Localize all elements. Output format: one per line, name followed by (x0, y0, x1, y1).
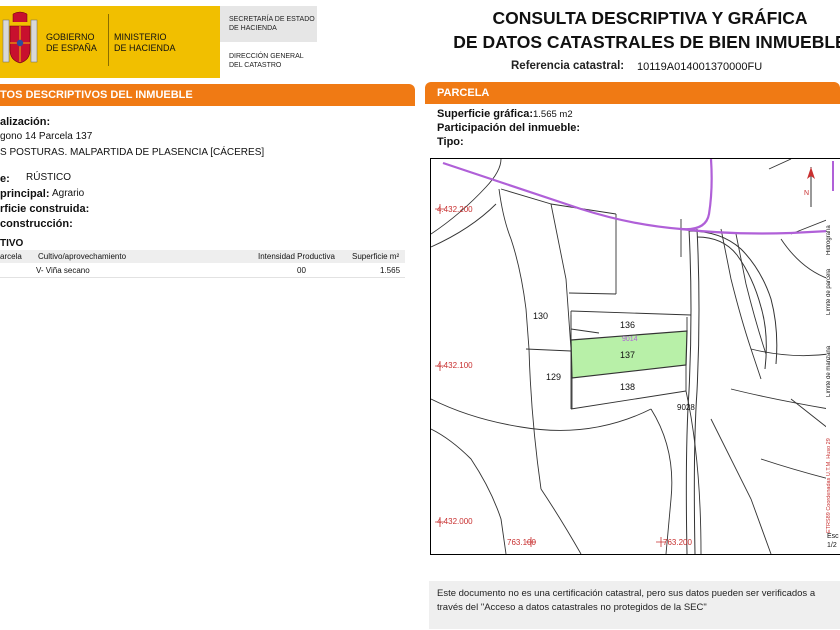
coord-y-4432200: 4.432.200 (437, 205, 473, 214)
superficie-construida-label: rficie construida: (0, 203, 90, 215)
parcel-label-9014: 9014 (622, 336, 638, 343)
logo-text-ministerio: MINISTERIO DE HACIENDA (114, 32, 176, 53)
parcel-label-129: 129 (546, 372, 562, 382)
svg-text:N: N (804, 190, 809, 197)
clase-label: e: (0, 173, 10, 185)
parcel-label-137: 137 (620, 350, 636, 360)
cultivo-col-subparcela: arcela (0, 252, 22, 261)
parcel-label-138: 138 (620, 382, 636, 392)
parcel-label-130: 130 (533, 311, 549, 321)
cultivo-col-superficie: Superficie m² (352, 252, 400, 261)
uso-label: principal: (0, 188, 50, 200)
reference-label: Referencia catastral: (511, 60, 625, 72)
cultivo-table-header: arcela Cultivo/aprovechamiento Intensida… (0, 250, 405, 263)
hydrography-line (442, 159, 713, 231)
legend-limite-manzana: Límite de manzana (826, 345, 832, 397)
logo-text-gobierno: GOBIERNO DE ESPAÑA (46, 32, 97, 53)
table-divider (0, 277, 405, 278)
localizacion-label: alización: (0, 116, 51, 128)
parcel-label-9028: 9028 (677, 403, 695, 412)
legend-hydro-swatch (832, 161, 834, 191)
legend-coord-note: ETRS89 Coordenadas U.T.M. Huso 29 (826, 438, 832, 533)
table-row: V- Viña secano 00 1.565 (0, 264, 405, 277)
legend-limite-parcela: Límite de parcela (826, 268, 832, 315)
coat-of-arms-icon (2, 11, 38, 64)
cadastral-map[interactable]: 4.432.200 4.432.100 4.432.000 763.100 76… (430, 158, 830, 555)
secretaria-block: SECRETARÍA DE ESTADO DE HACIENDA (220, 6, 317, 42)
direccion-general-text: DIRECCIÓN GENERAL DEL CATASTRO (229, 53, 304, 69)
superficie-grafica-value: 1.565 m2 (533, 109, 573, 120)
uso-value: Agrario (52, 188, 85, 199)
scale-value: 1/2 (827, 542, 837, 549)
cultivo-cell-superficie: 1.565 (380, 266, 401, 275)
cultivo-cell-intensidad: 00 (297, 266, 306, 275)
reference-value: 10119A014001370000FU (637, 61, 763, 73)
cultivo-col-cultivo: Cultivo/aprovechamiento (38, 252, 127, 261)
north-arrow-icon: N (804, 167, 815, 207)
localizacion-line2: S POSTURAS. MALPARTIDA DE PLASENCIA [CÁC… (0, 147, 265, 158)
coord-y-4432000: 4.432.000 (437, 517, 473, 526)
cultivo-title: TIVO (0, 238, 24, 249)
cultivo-col-intensidad: Intensidad Productiva (258, 252, 335, 261)
participacion-label: Participación del inmueble: (437, 122, 581, 134)
localizacion-line1: gono 14 Parcela 137 (0, 131, 93, 142)
clase-value: RÚSTICO (26, 172, 71, 183)
document-title: CONSULTA DESCRIPTIVA Y GRÁFICA DE DATOS … (453, 8, 840, 52)
map-legend: Hidrografía Límite de parcela Límite de … (826, 158, 840, 555)
descriptive-data-header: TOS DESCRIPTIVOS DEL INMUEBLE (0, 84, 415, 106)
verification-note: Este documento no es una certificación c… (429, 581, 840, 629)
scale-label: Esc (827, 533, 839, 540)
superficie-grafica-label: Superficie gráfica: (437, 108, 533, 120)
parcel-label-136: 136 (620, 320, 636, 330)
construccion-label: construcción: (0, 218, 73, 230)
logo-divider (108, 14, 109, 66)
cultivo-cell-cultivo: V- Viña secano (36, 266, 90, 275)
coord-x-763200: 763.200 (663, 538, 692, 547)
coord-y-4432100: 4.432.100 (437, 361, 473, 370)
coord-x-763100: 763.100 (507, 538, 536, 547)
tipo-label: Tipo: (437, 136, 464, 148)
parcela-header: PARCELA (425, 82, 840, 104)
